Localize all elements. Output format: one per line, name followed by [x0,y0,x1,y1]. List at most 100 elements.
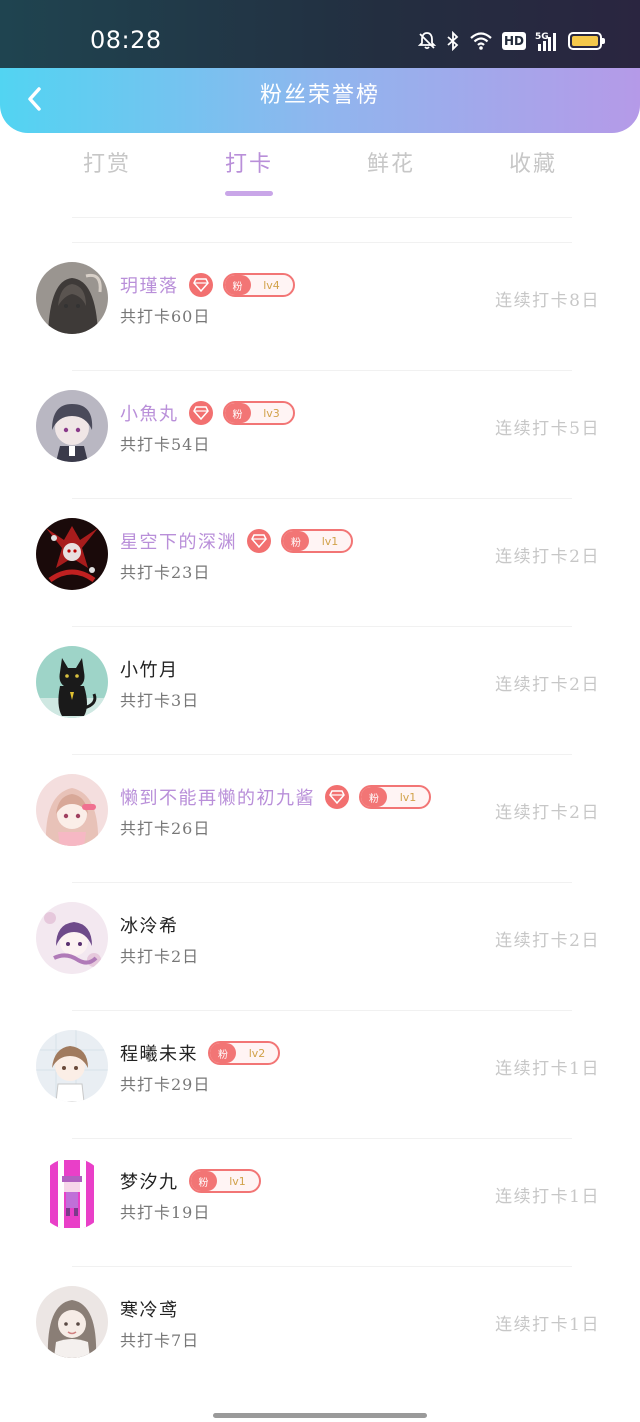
tab-label: 打赏 [82,152,131,177]
fan-level-badge: 粉 lv1 [359,785,431,809]
fan-info: 懒到不能再懒的初九酱 粉 lv1 共打卡26日 [120,782,431,839]
total-checkin: 共打卡54日 [120,435,211,454]
fan-level: lv3 [263,406,280,420]
fan-row-1[interactable]: 玥瑾落 粉 lv4 共打卡60日 连续打卡8日 [0,242,640,370]
streak-checkin: 连续打卡5日 [495,419,600,439]
fan-info: 小魚丸 粉 lv3 共打卡54日 [120,398,295,455]
tab-label: 收藏 [508,152,557,177]
fan-name: 小竹月 [120,660,179,681]
name-line: 冰泠希 [120,910,199,940]
divider [72,1010,572,1011]
streak-checkin: 连续打卡1日 [495,1187,600,1207]
divider [72,1266,572,1267]
fan-info: 梦汐九 粉 lv1 共打卡19日 [120,1166,261,1223]
name-line: 小魚丸 粉 lv3 [120,398,295,428]
fan-row-3[interactable]: 星空下的深渊 粉 lv1 共打卡23日 连续打卡2日 [0,498,640,626]
total-checkin: 共打卡19日 [120,1203,211,1222]
divider [72,370,572,371]
avatar[interactable] [36,902,108,974]
cellular-signal-icon: 5G [535,30,559,52]
tab-label: 鲜花 [366,152,415,177]
fan-name: 星空下的深渊 [120,532,237,553]
fan-name: 寒冷鸢 [120,1300,179,1321]
fan-row-5[interactable]: 懒到不能再懒的初九酱 粉 lv1 共打卡26日 连续打卡2日 [0,754,640,882]
streak-checkin: 连续打卡8日 [495,291,600,311]
fan-badge-label: 粉 [210,1043,236,1063]
battery-icon [568,32,605,50]
fan-row-9[interactable]: 寒冷鸢 共打卡7日 连续打卡1日 [0,1266,640,1394]
fan-info: 小竹月 共打卡3日 [120,654,199,711]
fan-level: lv4 [263,278,280,292]
streak-checkin: 连续打卡2日 [495,803,600,823]
fan-name: 玥瑾落 [120,276,179,297]
diamond-icon [188,401,213,425]
total-checkin: 共打卡26日 [120,819,211,838]
divider [72,882,572,883]
tab-flowers[interactable]: 鲜花 [320,140,462,200]
fan-badge-label: 粉 [361,787,387,807]
avatar[interactable] [36,646,108,718]
status-icons: HD 5G [417,28,605,54]
divider [72,626,572,627]
fan-level: lv1 [229,1174,246,1188]
avatar[interactable] [36,390,108,462]
total-checkin: 共打卡23日 [120,563,211,582]
name-line: 梦汐九 粉 lv1 [120,1166,261,1196]
fan-name: 小魚丸 [120,404,179,425]
fan-name: 梦汐九 [120,1172,179,1193]
name-line: 寒冷鸢 [120,1294,199,1324]
fan-level: lv1 [399,790,417,804]
fan-level-badge: 粉 lv1 [188,1169,261,1193]
tab-bar: 打赏 打卡 鲜花 收藏 [36,140,604,200]
divider [72,754,572,755]
fan-badge-label: 粉 [190,1171,217,1191]
total-checkin: 共打卡3日 [120,691,200,710]
fan-info: 冰泠希 共打卡2日 [120,910,199,967]
avatar[interactable] [36,518,108,590]
divider [72,498,572,499]
fan-info: 星空下的深渊 粉 lv1 共打卡23日 [120,526,353,583]
name-line: 星空下的深渊 粉 lv1 [120,526,353,556]
fan-row-8[interactable]: 梦汐九 粉 lv1 共打卡19日 连续打卡1日 [0,1138,640,1266]
mute-bell-icon [417,31,437,51]
avatar[interactable] [36,1030,108,1102]
fan-name: 懒到不能再懒的初九酱 [120,788,315,809]
avatar[interactable] [36,1286,108,1358]
fan-row-4[interactable]: 小竹月 共打卡3日 连续打卡2日 [0,626,640,754]
fan-level: lv1 [321,534,339,548]
fan-level-badge: 粉 lv4 [222,273,295,297]
total-checkin: 共打卡2日 [120,947,200,966]
fan-info: 程曦未来 粉 lv2 共打卡29日 [120,1038,280,1095]
wifi-icon [469,31,493,51]
hd-badge: HD [501,32,526,50]
fan-info: 玥瑾落 粉 lv4 共打卡60日 [120,270,295,327]
total-checkin: 共打卡29日 [120,1075,211,1094]
avatar[interactable] [36,774,108,846]
fan-badge-label: 粉 [224,275,251,295]
tab-favorites[interactable]: 收藏 [462,140,604,200]
diamond-icon [188,273,213,297]
tab-checkin[interactable]: 打卡 [178,140,320,200]
divider [72,217,572,218]
svg-text:5G: 5G [535,32,549,42]
avatar[interactable] [36,1158,108,1230]
tab-tips[interactable]: 打赏 [36,140,178,200]
home-indicator [213,1413,427,1418]
bluetooth-icon [446,31,460,51]
fan-name: 程曦未来 [120,1044,198,1065]
avatar[interactable] [36,262,108,334]
fan-row-7[interactable]: 程曦未来 粉 lv2 共打卡29日 连续打卡1日 [0,1010,640,1138]
streak-checkin: 连续打卡1日 [495,1059,600,1079]
fan-level-badge: 粉 lv2 [208,1041,280,1065]
streak-checkin: 连续打卡2日 [495,547,600,567]
total-checkin: 共打卡60日 [120,307,211,326]
page-title: 粉丝荣誉榜 [259,83,380,108]
fan-row-2[interactable]: 小魚丸 粉 lv3 共打卡54日 连续打卡5日 [0,370,640,498]
fan-row-6[interactable]: 冰泠希 共打卡2日 连续打卡2日 [0,882,640,1010]
name-line: 玥瑾落 粉 lv4 [120,270,295,300]
name-line: 小竹月 [120,654,199,684]
fan-level-badge: 粉 lv3 [222,401,295,425]
diamond-icon [247,529,271,553]
divider [72,242,572,243]
fan-badge-label: 粉 [224,403,251,423]
